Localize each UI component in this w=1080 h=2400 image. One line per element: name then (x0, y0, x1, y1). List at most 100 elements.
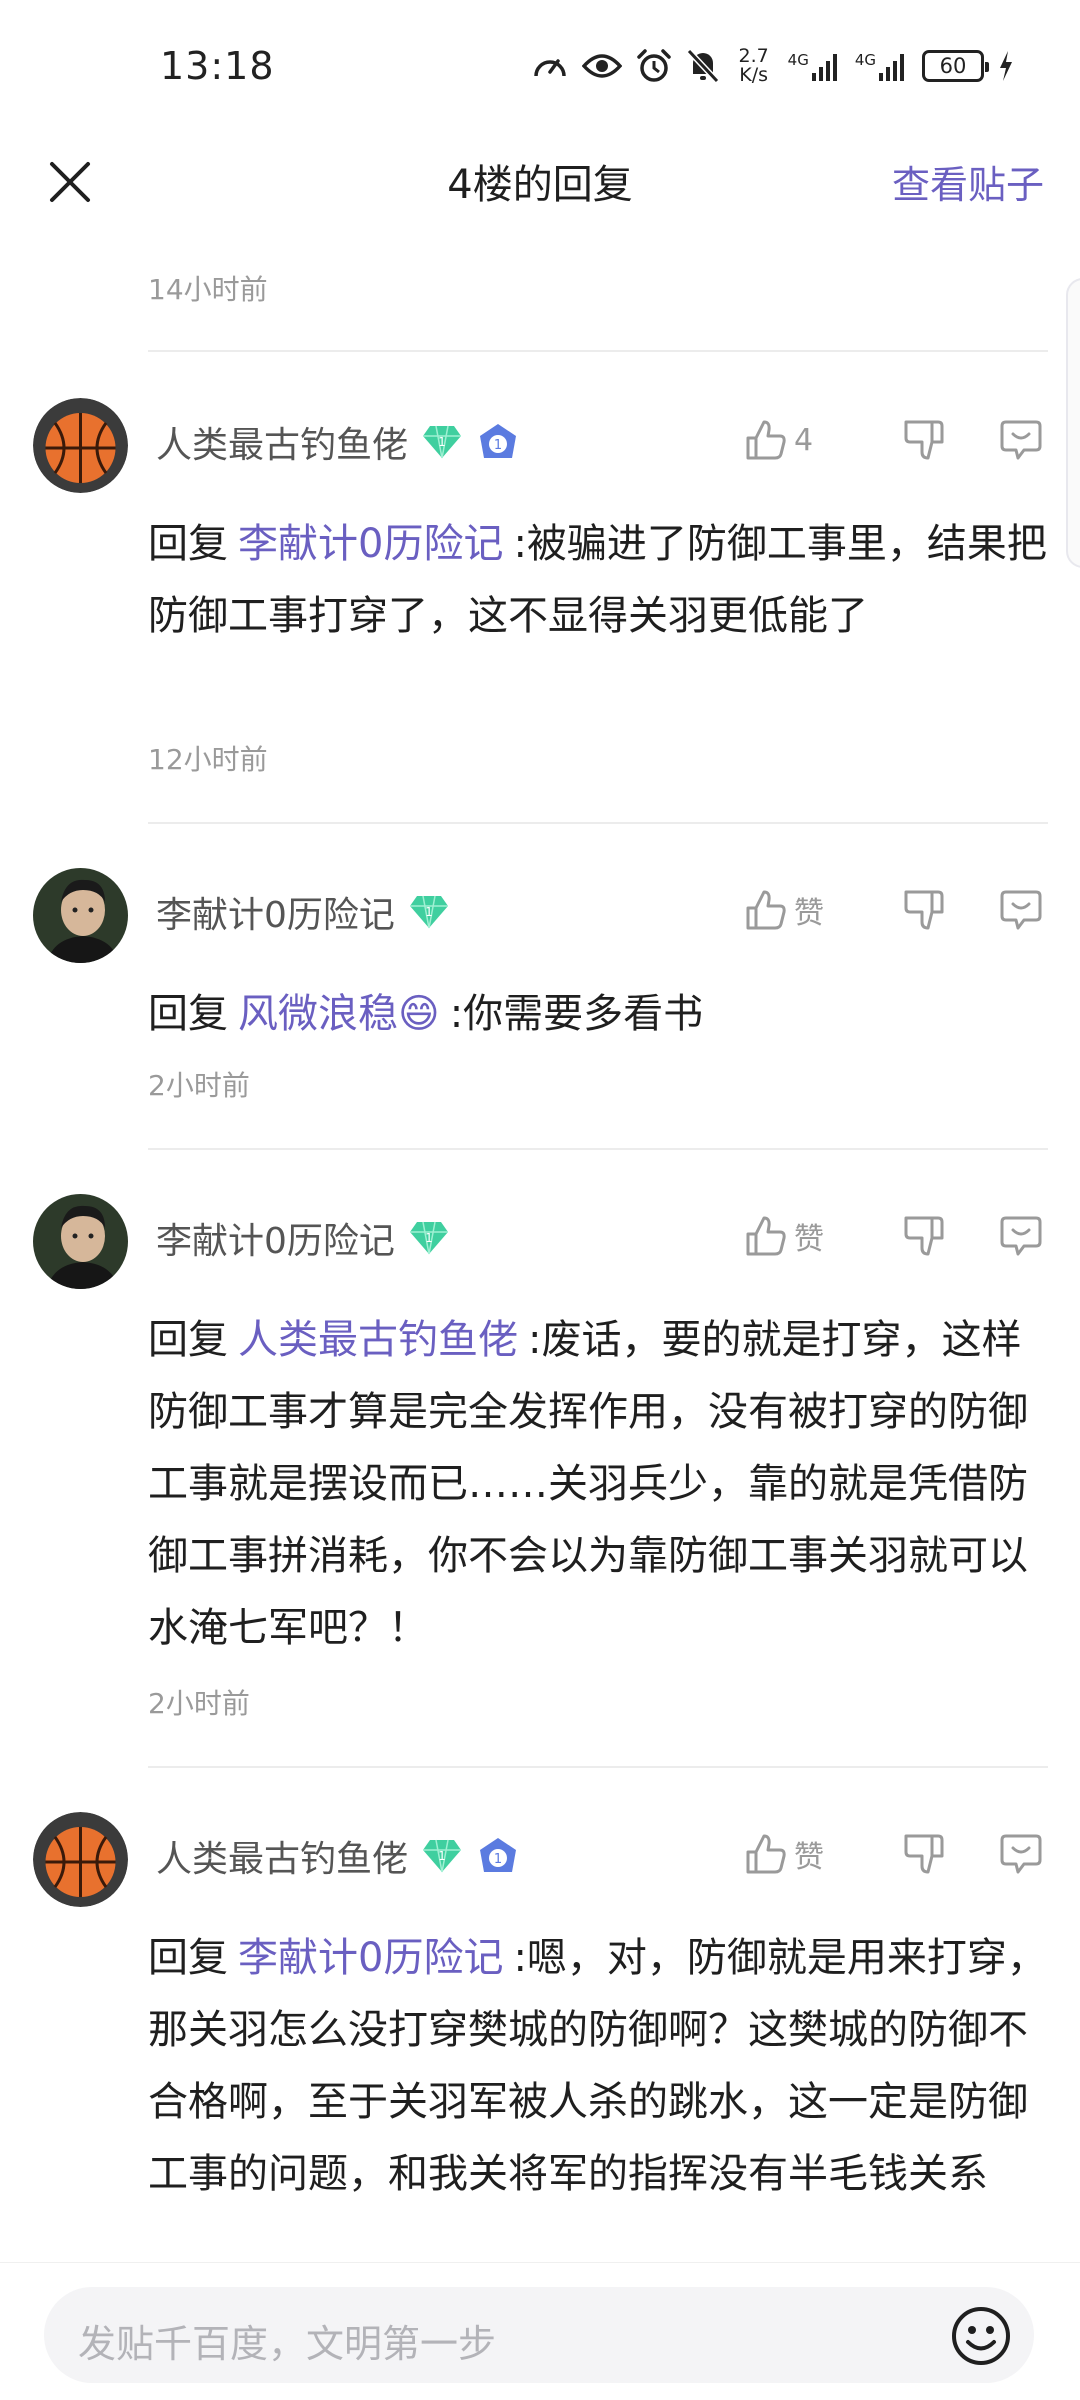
divider (148, 1148, 1048, 1150)
portrait-avatar-icon (33, 868, 128, 963)
author-name[interactable]: 人类最古钓鱼佬 (156, 416, 408, 468)
comment-text: 回复 李献计0历险记:嗯，对，防御就是用来打穿，那关羽怎么没打穿樊城的防御啊？这樊… (148, 1922, 1048, 2262)
divider (148, 1766, 1048, 1768)
reply-label: 回复 (148, 1935, 228, 1981)
svg-text:1: 1 (438, 1849, 446, 1863)
smiley-icon (952, 2307, 1010, 2365)
reply-label: 回复 (148, 521, 228, 567)
mention-link[interactable]: 李献计0历险记 (238, 1935, 503, 1981)
author-name[interactable]: 李献计0历险记 (156, 886, 395, 938)
avatar[interactable] (33, 868, 128, 963)
divider (148, 350, 1048, 352)
author-row: 李献计0历险记 1 (156, 1208, 449, 1268)
comment-item: 人类最古钓鱼佬 1 1 赞 回复 李献计0历险记:嗯，对，防御就是用来打穿，那关羽… (0, 1812, 1080, 2262)
comment-body: :你需要多看书 (449, 991, 704, 1037)
mute-bell-icon (686, 48, 720, 84)
comment-time: 12小时前 (148, 743, 268, 776)
comment-item: 李献计0历险记 1 赞 回复 风微浪稳😄:你需要多看书 2小时前 (0, 868, 1080, 1148)
reply-button[interactable] (974, 1214, 1044, 1258)
svg-text:1: 1 (425, 905, 433, 919)
dislike-button[interactable] (874, 1214, 974, 1258)
author-row: 人类最古钓鱼佬 1 1 (156, 1826, 520, 1886)
comment-bubble-icon (1000, 1216, 1042, 1256)
thumbs-down-icon (904, 1216, 944, 1256)
net-speed: 2.7 K/s (734, 47, 774, 85)
like-button[interactable]: 赞 (744, 1214, 874, 1258)
reply-label: 回复 (148, 1317, 228, 1363)
comment-item: 人类最古钓鱼佬 1 1 4 回复 李献计0历险记:被骗进了防御工事里，结果把防御工… (0, 398, 1080, 818)
reply-button[interactable] (974, 1832, 1044, 1876)
author-row: 人类最古钓鱼佬 1 1 (156, 412, 520, 472)
dislike-button[interactable] (874, 418, 974, 462)
charging-icon (998, 51, 1014, 81)
status-time: 13:18 (160, 44, 275, 88)
eye-icon (581, 52, 622, 80)
comment-text: 回复 人类最古钓鱼佬:废话，要的就是打穿，这样防御工事才算是完全发挥作用，没有被打… (148, 1304, 1048, 1664)
svg-text:1: 1 (438, 435, 446, 449)
divider (148, 822, 1048, 824)
level-badge-icon: 1 (480, 424, 517, 458)
comment-bubble-icon (1000, 890, 1042, 930)
mention-link[interactable]: 人类最古钓鱼佬 (238, 1317, 518, 1363)
portrait-avatar-icon (33, 1194, 128, 1289)
net-speed-unit: K/s (739, 64, 769, 86)
signal-icon: 4G (788, 51, 841, 81)
reply-button[interactable] (974, 888, 1044, 932)
mention-link[interactable]: 风微浪稳😄 (238, 991, 440, 1037)
avatar[interactable] (33, 398, 128, 493)
reply-button[interactable] (974, 418, 1044, 462)
comment-bubble-icon (1000, 420, 1042, 460)
comment-actions: 4 (744, 410, 1044, 470)
level-badge-icon: 1 (480, 1838, 517, 1872)
thumbs-down-icon (904, 890, 944, 930)
thumbs-down-icon (904, 1834, 944, 1874)
previous-comment-time: 14小时前 (148, 273, 268, 306)
like-count: 赞 (794, 1840, 824, 1875)
battery-level: 60 (939, 54, 967, 78)
basketball-avatar-icon (33, 398, 128, 493)
comment-text: 回复 风微浪稳😄:你需要多看书 (148, 978, 1048, 1050)
svg-text:1: 1 (494, 438, 502, 453)
mention-link[interactable]: 李献计0历险记 (238, 521, 503, 567)
post-input[interactable]: 发贴千百度，文明第一步 (44, 2287, 1034, 2383)
comment-text: 回复 李献计0历险记:被骗进了防御工事里，结果把防御工事打穿了，这不显得关羽更低能… (148, 508, 1048, 652)
bottom-input-bar: 发贴千百度，文明第一步 (0, 2262, 1080, 2400)
like-count: 赞 (794, 1222, 824, 1257)
like-button[interactable]: 赞 (744, 888, 874, 932)
avatar[interactable] (33, 1812, 128, 1907)
like-button[interactable]: 赞 (744, 1832, 874, 1876)
comment-actions: 赞 (744, 880, 1044, 940)
svg-text:1: 1 (494, 1852, 502, 1867)
diamond-badge-icon: 1 (423, 425, 462, 459)
thumbs-up-icon (746, 890, 786, 930)
battery-icon: 60 (922, 50, 989, 82)
author-name[interactable]: 人类最古钓鱼佬 (156, 1830, 408, 1882)
comment-body: :废话，要的就是打穿，这样防御工事才算是完全发挥作用，没有被打穿的防御工事就是摆… (148, 1317, 1028, 1651)
thumbs-up-icon (746, 1834, 786, 1874)
dislike-button[interactable] (874, 1832, 974, 1876)
status-bar: 13:18 2.7 K/s 4G 4G 60 (0, 0, 1080, 130)
emoji-button[interactable] (950, 2305, 1012, 2367)
comment-item: 李献计0历险记 1 赞 回复 人类最古钓鱼佬:废话，要的就是打穿，这样防御工事才算… (0, 1194, 1080, 1754)
reply-label: 回复 (148, 991, 228, 1037)
like-count: 赞 (794, 896, 824, 931)
basketball-avatar-icon (33, 1812, 128, 1907)
signal-icon: 4G (855, 51, 908, 81)
dislike-button[interactable] (874, 888, 974, 932)
diamond-badge-icon: 1 (409, 895, 448, 929)
author-row: 李献计0历险记 1 (156, 882, 449, 942)
diamond-badge-icon: 1 (409, 1221, 448, 1255)
comment-bubble-icon (1000, 1834, 1042, 1874)
thumbs-up-icon (746, 1216, 786, 1256)
header: 4楼的回复 查看贴子 (0, 130, 1080, 250)
comment-actions: 赞 (744, 1824, 1044, 1884)
network-type-label: 4G (787, 51, 809, 69)
avatar[interactable] (33, 1194, 128, 1289)
comment-time: 2小时前 (148, 1687, 250, 1720)
alarm-icon (636, 48, 672, 84)
view-post-link[interactable]: 查看贴子 (892, 154, 1044, 209)
like-button[interactable]: 4 (744, 418, 874, 462)
input-placeholder: 发贴千百度，文明第一步 (78, 2322, 497, 2366)
comment-actions: 赞 (744, 1206, 1044, 1266)
author-name[interactable]: 李献计0历险记 (156, 1212, 395, 1264)
